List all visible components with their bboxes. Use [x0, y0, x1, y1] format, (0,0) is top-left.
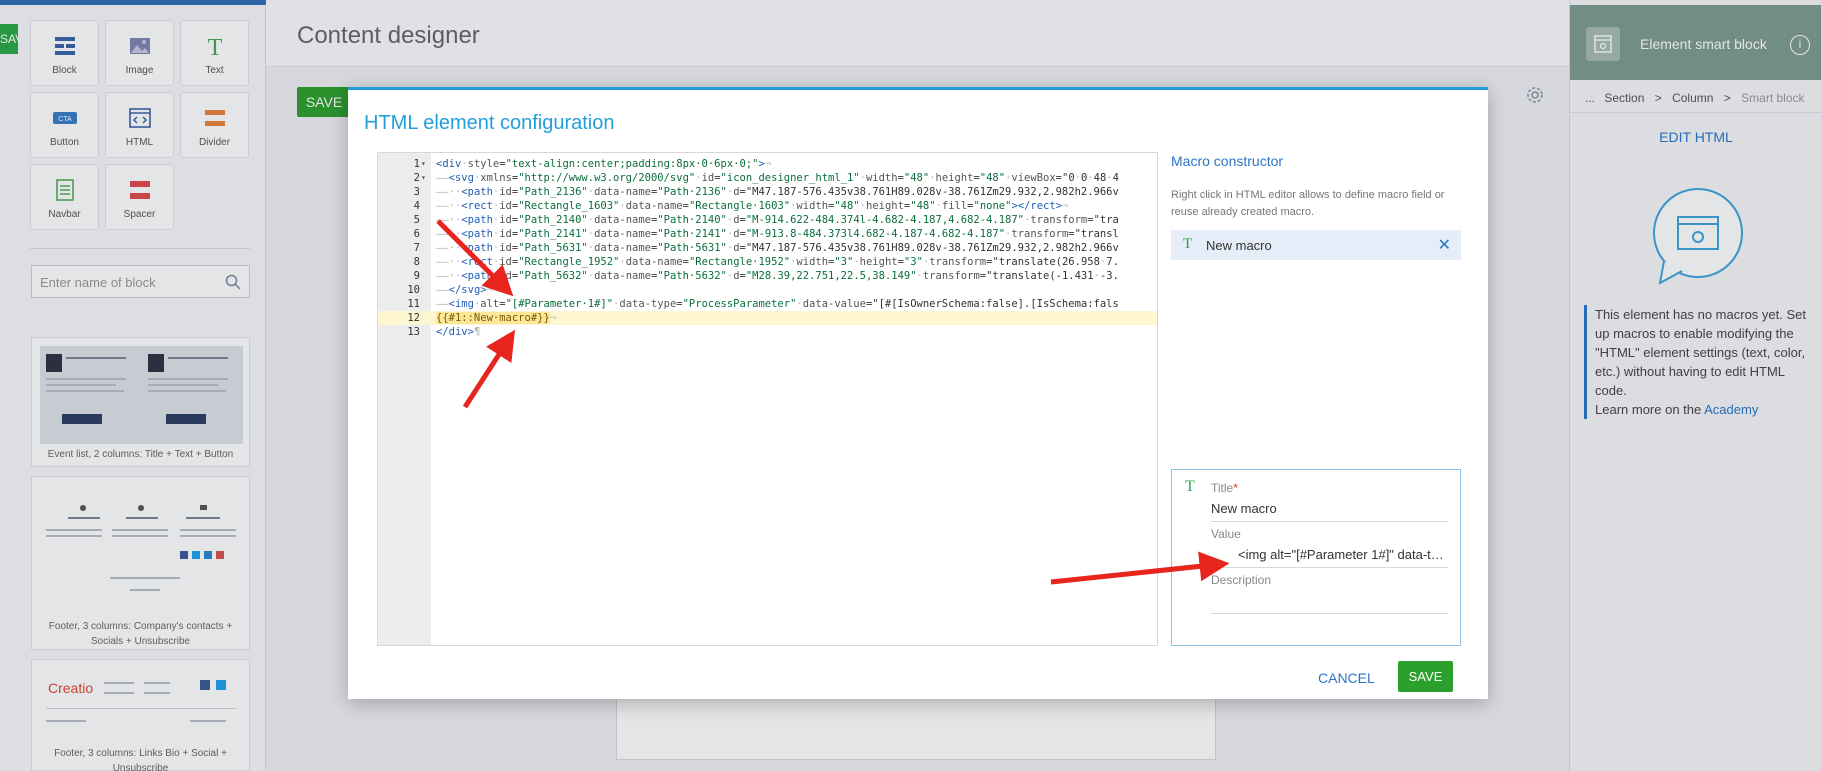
code-text: <div·style="text-align:center;padding:8p…: [436, 158, 772, 170]
code-text: ——··<rect·id="Rectangle_1603"·data-name=…: [436, 200, 1069, 212]
macro-list-item[interactable]: T New macro ✕: [1171, 230, 1461, 260]
code-line[interactable]: 9 ——··<path·id="Path_5632"·data-name="Pat…: [378, 269, 1157, 283]
title-field[interactable]: New macro: [1211, 498, 1448, 522]
description-field-label: Description: [1211, 573, 1272, 587]
value-field-label: Value: [1211, 527, 1241, 541]
code-line[interactable]: 3 ——··<path·id="Path_2136"·data-name="Pat…: [378, 185, 1157, 199]
code-text: ——··<path·id="Path_2141"·data-name="Path…: [436, 228, 1119, 240]
macro-constructor-description: Right click in HTML editor allows to def…: [1171, 189, 1445, 218]
cancel-button[interactable]: CANCEL: [1318, 670, 1375, 686]
code-text: </div>¶: [436, 326, 481, 338]
line-number: 3: [413, 186, 420, 198]
fold-toggle-icon[interactable]: ▾: [421, 157, 426, 171]
line-number: 1: [413, 158, 420, 170]
line-number: 2: [413, 172, 420, 184]
title-field-label: Title*: [1211, 481, 1238, 495]
code-text: ——<img·alt="[#Parameter·1#]"·data-type="…: [436, 298, 1119, 310]
value-field[interactable]: <img alt="[#Parameter 1#]" data-type="Pr…: [1211, 544, 1448, 568]
line-number: 5: [413, 214, 420, 226]
code-text: ——··<path·id="Path_2136"·data-name="Path…: [436, 186, 1119, 198]
close-icon[interactable]: ✕: [1438, 235, 1451, 255]
text-macro-icon: T: [1183, 236, 1193, 252]
line-number: 13: [407, 326, 420, 338]
line-number: 8: [413, 256, 420, 268]
code-line[interactable]: 2 ▾ ——<svg·xmlns="http://www.w3.org/2000/s…: [378, 171, 1157, 185]
code-line[interactable]: 5 ——··<path·id="Path_2140"·data-name="Pat…: [378, 213, 1157, 227]
line-number: 10: [407, 284, 420, 296]
line-number: 9: [413, 270, 420, 282]
code-line[interactable]: 7 ——··<path·id="Path_5631"·data-name="Pat…: [378, 241, 1157, 255]
code-line[interactable]: 1 ▾ <div·style="text-align:center;padding:…: [378, 157, 1157, 171]
code-text: ——··<path·id="Path_5631"·data-name="Path…: [436, 242, 1119, 254]
code-line[interactable]: 8 ——··<rect·id="Rectangle_1952"·data-name…: [378, 255, 1157, 269]
macro-constructor-title: Macro constructor: [1171, 153, 1284, 169]
code-line[interactable]: 13 </div>¶: [378, 325, 1157, 339]
code-text: ——</svg>¬: [436, 284, 493, 296]
line-number: 12: [407, 312, 420, 324]
fold-toggle-icon[interactable]: ▾: [421, 171, 426, 185]
code-line[interactable]: 4 ——··<rect·id="Rectangle_1603"·data-name…: [378, 199, 1157, 213]
line-number: 4: [413, 200, 420, 212]
line-number: 11: [407, 298, 420, 310]
html-code-editor[interactable]: 1 ▾ <div·style="text-align:center;padding:…: [377, 152, 1158, 646]
code-line[interactable]: 6 ——··<path·id="Path_2141"·data-name="Pat…: [378, 227, 1157, 241]
code-text: {{#1::New·macro#}}¬: [436, 312, 557, 324]
description-field[interactable]: [1211, 590, 1448, 614]
save-button[interactable]: SAVE: [1398, 661, 1453, 692]
macro-edit-form: T Title* New macro Value <img alt="[#Par…: [1171, 469, 1461, 646]
code-line[interactable]: 11 ——<img·alt="[#Parameter·1#]"·data-type…: [378, 297, 1157, 311]
code-text: ——··<path·id="Path_2140"·data-name="Path…: [436, 214, 1119, 226]
code-text: ——··<rect·id="Rectangle_1952"·data-name=…: [436, 256, 1119, 268]
line-number: 6: [413, 228, 420, 240]
code-line[interactable]: 12 {{#1::New·macro#}}¬: [378, 311, 1157, 325]
line-number: 7: [413, 242, 420, 254]
code-line[interactable]: 10 ——</svg>¬: [378, 283, 1157, 297]
dialog-title: HTML element configuration: [364, 112, 615, 134]
html-config-dialog: HTML element configuration 1 ▾ <div·style=…: [348, 87, 1488, 699]
macro-item-label: New macro: [1206, 238, 1272, 253]
code-text: ——··<path·id="Path_5632"·data-name="Path…: [436, 270, 1119, 282]
text-macro-icon: T: [1185, 478, 1195, 495]
code-text: ——<svg·xmlns="http://www.w3.org/2000/svg…: [436, 172, 1119, 184]
